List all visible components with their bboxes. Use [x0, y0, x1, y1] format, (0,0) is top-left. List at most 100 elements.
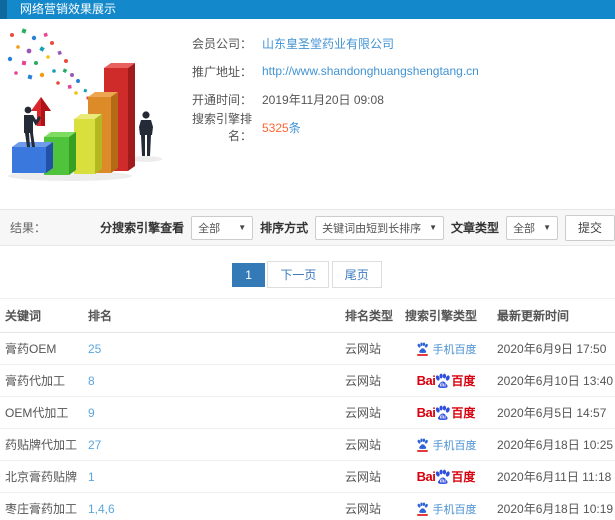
- last-page-button[interactable]: 尾页: [331, 261, 382, 288]
- mobile-baidu-label: 手机百度: [432, 439, 477, 452]
- rank-link[interactable]: 27: [83, 428, 340, 461]
- updated-cell: 2020年6月5日 14:57: [492, 396, 615, 429]
- svg-text:du: du: [440, 414, 446, 420]
- engine-rank-count: 5325条: [262, 120, 301, 135]
- red-underline: [416, 449, 428, 452]
- submit-button[interactable]: 提交: [564, 214, 615, 241]
- rank-type-cell: 云网站: [340, 332, 400, 365]
- pagination: 1 下一页 尾页: [0, 261, 615, 288]
- promo-url[interactable]: http://www.shandonghuangshengtang.cn: [262, 64, 479, 78]
- info-label: 会员公司：: [191, 36, 252, 51]
- engine-filter-label: 分搜索引擎查看: [100, 221, 185, 235]
- open-time: 2019年11月20日 09:08: [262, 92, 384, 107]
- rank-link[interactable]: 9: [83, 396, 340, 429]
- baidu-logo: Bai du 百度: [416, 373, 476, 388]
- updated-cell: 2020年6月18日 10:25: [492, 428, 615, 461]
- rank-type-cell: 云网站: [340, 492, 400, 520]
- red-underline: [416, 513, 428, 516]
- baidu-paw-icon: du: [436, 469, 451, 484]
- baidu-cn-wordmark: 百度: [451, 374, 476, 388]
- rank-link[interactable]: 1,4,6: [83, 492, 340, 520]
- column-header: 搜索引擎类型: [400, 298, 492, 333]
- rank-type-cell: 云网站: [340, 460, 400, 493]
- sort-select[interactable]: 关键词由短到长排序 ▼: [315, 215, 445, 240]
- mobile-baidu-label: 手机百度: [432, 343, 477, 356]
- mobile-baidu-badge: 手机百度: [416, 341, 477, 357]
- mobile-baidu-badge: 手机百度: [416, 501, 477, 517]
- engine-cell: 手机百度: [400, 492, 492, 520]
- baidu-wordmark: Bai: [416, 405, 436, 420]
- info-label: 搜索引擎排名：: [191, 112, 252, 143]
- table-row: 药贴牌代加工 27 云网站 手机百度 2020年6月18日 10:25: [0, 428, 615, 461]
- rank-link[interactable]: 8: [83, 364, 340, 397]
- table-header-row: 关键词 排名 排名类型 搜索引擎类型 最新更新时间: [0, 298, 615, 333]
- mobile-baidu-paw-icon: [416, 501, 429, 516]
- page-title: 网络营销效果展示: [20, 2, 117, 16]
- results-table: 关键词 排名 排名类型 搜索引擎类型 最新更新时间 膏药OEM 25 云网站 手机百度 …: [0, 298, 615, 520]
- engine-cell: Bai du 百度: [400, 460, 492, 493]
- bar-chart-illustration: [0, 23, 190, 191]
- info-label: 推广地址：: [191, 64, 252, 79]
- keyword-cell: 膏药OEM: [0, 332, 83, 365]
- engine-filter-value: 全部: [198, 222, 221, 235]
- filter-bar: 结果： 分搜索引擎查看 全部 ▼ 排序方式 关键词由短到长排序 ▼ 文章类型 全…: [0, 209, 615, 246]
- column-header: 排名类型: [340, 298, 400, 333]
- page-header: 网络营销效果展示: [0, 0, 615, 19]
- chevron-down-icon: ▼: [543, 223, 551, 232]
- confetti-dots: [7, 28, 90, 100]
- updated-cell: 2020年6月11日 11:18: [492, 460, 615, 493]
- keyword-cell: 药贴牌代加工: [0, 428, 83, 461]
- table-row: 膏药OEM 25 云网站 手机百度 2020年6月9日 17:50: [0, 332, 615, 365]
- bar-yellow: [74, 114, 102, 174]
- info-row: 会员公司： 山东皇圣堂药业有限公司: [190, 29, 615, 57]
- engine-cell: 手机百度: [400, 332, 492, 365]
- rank-link[interactable]: 25: [83, 332, 340, 365]
- result-label: 结果：: [10, 221, 47, 235]
- baidu-wordmark: Bai: [416, 373, 436, 388]
- column-header: 最新更新时间: [492, 298, 615, 333]
- businessman-right: [139, 111, 153, 156]
- rank-type-cell: 云网站: [340, 396, 400, 429]
- baidu-cn-wordmark: 百度: [451, 406, 476, 420]
- engine-filter-select[interactable]: 全部 ▼: [191, 215, 254, 240]
- info-section: 会员公司： 山东皇圣堂药业有限公司 推广地址： http://www.shand…: [0, 19, 615, 195]
- rank-type-cell: 云网站: [340, 364, 400, 397]
- mobile-baidu-paw-icon: [416, 341, 429, 356]
- chevron-down-icon: ▼: [238, 223, 247, 232]
- member-company[interactable]: 山东皇圣堂药业有限公司: [262, 35, 394, 52]
- keyword-cell: 膏药代加工: [0, 364, 83, 397]
- baidu-logo: Bai du 百度: [416, 469, 476, 484]
- rank-link[interactable]: 1: [83, 460, 340, 493]
- engine-cell: 手机百度: [400, 428, 492, 461]
- article-type-value: 全部: [513, 222, 536, 235]
- table-row: 膏药代加工 8 云网站 Bai du 百度 2020年6月10日 13:40: [0, 364, 615, 397]
- baidu-cn-wordmark: 百度: [451, 470, 476, 484]
- engine-cell: Bai du 百度: [400, 396, 492, 429]
- article-type-select[interactable]: 全部 ▼: [506, 215, 558, 240]
- red-underline: [416, 353, 428, 356]
- next-page-button[interactable]: 下一页: [267, 261, 330, 288]
- table-row: 北京膏药贴牌 1 云网站 Bai du 百度 2020年6月11日 11:18: [0, 460, 615, 493]
- updated-cell: 2020年6月9日 17:50: [492, 332, 615, 365]
- updated-cell: 2020年6月18日 10:19: [492, 492, 615, 520]
- table-row: 枣庄膏药加工 1,4,6 云网站 手机百度 2020年6月18日 10:19: [0, 492, 615, 520]
- info-row: 搜索引擎排名： 5325条: [190, 112, 615, 143]
- mobile-baidu-label: 手机百度: [432, 503, 477, 516]
- svg-text:du: du: [440, 478, 446, 484]
- baidu-wordmark: Bai: [416, 469, 436, 484]
- sort-label: 排序方式: [260, 221, 309, 235]
- keyword-cell: 北京膏药贴牌: [0, 460, 83, 493]
- chevron-down-icon: ▼: [429, 223, 438, 232]
- filter-controls: 分搜索引擎查看 全部 ▼ 排序方式 关键词由短到长排序 ▼ 文章类型 全部 ▼ …: [100, 214, 615, 241]
- table-row: OEM代加工 9 云网站 Bai du 百度 2020年6月5日 14:57: [0, 396, 615, 429]
- info-row: 开通时间： 2019年11月20日 09:08: [190, 85, 615, 113]
- info-label: 开通时间：: [191, 92, 252, 107]
- keyword-cell: OEM代加工: [0, 396, 83, 429]
- baidu-paw-icon: du: [436, 405, 451, 420]
- mobile-baidu-badge: 手机百度: [416, 437, 477, 453]
- page-number-current[interactable]: 1: [232, 263, 265, 287]
- mobile-baidu-paw-icon: [416, 437, 429, 452]
- growth-chart-graphic: [7, 28, 162, 181]
- baidu-paw-icon: du: [436, 373, 451, 388]
- info-row: 推广地址： http://www.shandonghuangshengtang.…: [190, 57, 615, 85]
